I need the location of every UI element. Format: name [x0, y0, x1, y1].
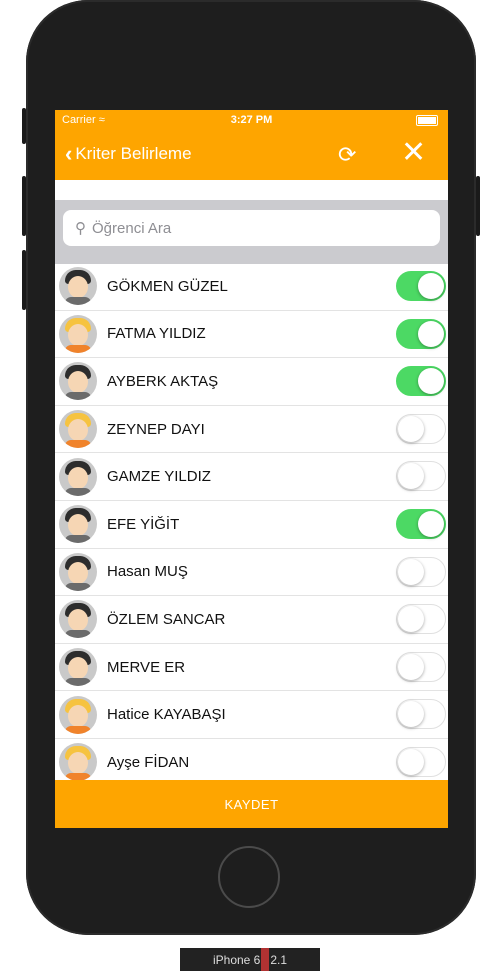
avatar	[59, 648, 97, 687]
student-name: ÖZLEM SANCAR	[107, 610, 226, 628]
search-input[interactable]: ⚲ Öğrenci Ara	[63, 210, 440, 246]
avatar	[59, 410, 97, 449]
refresh-icon[interactable]: ⟳	[338, 142, 356, 168]
student-toggle[interactable]	[396, 699, 446, 730]
student-row[interactable]: ZEYNEP DAYI	[55, 406, 448, 454]
student-row[interactable]: ÖZLEM SANCAR	[55, 596, 448, 644]
student-name: AYBERK AKTAŞ	[107, 372, 219, 390]
search-bar: ⚲ Öğrenci Ara	[55, 200, 448, 264]
student-list: GÖKMEN GÜZEL FATMA YILDIZ AYBERK AKTAŞ ZEYN…	[55, 263, 448, 787]
close-icon[interactable]: ✕	[401, 138, 426, 168]
back-label: Kriter Belirleme	[75, 144, 192, 163]
student-name: EFE YİĞİT	[107, 515, 180, 533]
avatar	[59, 600, 97, 639]
avatar	[59, 743, 97, 782]
status-bar: Carrier ≈ 3:27 PM	[55, 110, 448, 130]
student-name: ZEYNEP DAYI	[107, 420, 205, 438]
avatar	[59, 505, 97, 544]
chevron-left-icon: ‹	[65, 141, 73, 166]
student-toggle[interactable]	[396, 271, 446, 301]
avatar	[59, 267, 97, 306]
student-toggle[interactable]	[396, 556, 446, 587]
battery-icon	[416, 115, 438, 126]
student-row[interactable]: GAMZE YILDIZ	[55, 453, 448, 501]
student-toggle[interactable]	[396, 508, 446, 539]
student-name: MERVE ER	[107, 658, 186, 676]
label-marker	[261, 948, 270, 971]
volume-up-button	[22, 176, 26, 236]
student-toggle[interactable]	[396, 318, 446, 349]
student-row[interactable]: Hatice KAYABAŞI	[55, 691, 448, 739]
search-icon: ⚲	[75, 220, 86, 237]
student-toggle[interactable]	[396, 461, 446, 492]
student-row[interactable]: FATMA YILDIZ	[55, 311, 448, 359]
back-button[interactable]: ‹ Kriter Belirleme	[65, 141, 192, 166]
app-screen: Carrier ≈ 3:27 PM ‹ Kriter Belirleme ⟳ ✕…	[55, 110, 448, 828]
search-placeholder: Öğrenci Ara	[92, 219, 172, 237]
student-name: GAMZE YILDIZ	[107, 468, 211, 486]
navigation-bar: ‹ Kriter Belirleme ⟳ ✕	[55, 130, 448, 180]
power-button	[476, 176, 480, 236]
device-label: iPhone 6 2.1	[180, 948, 320, 971]
student-name: GÖKMEN GÜZEL	[107, 277, 228, 295]
avatar	[59, 695, 97, 734]
avatar	[59, 362, 97, 401]
student-name: FATMA YILDIZ	[107, 325, 206, 343]
student-toggle[interactable]	[396, 413, 446, 444]
student-toggle[interactable]	[396, 604, 446, 635]
student-row[interactable]: Hasan MUŞ	[55, 549, 448, 597]
student-row[interactable]: GÖKMEN GÜZEL	[55, 263, 448, 311]
student-name: Ayşe FİDAN	[107, 753, 190, 771]
save-button[interactable]: KAYDET	[55, 780, 448, 828]
student-row[interactable]: MERVE ER	[55, 644, 448, 692]
volume-down-button	[22, 250, 26, 310]
student-toggle[interactable]	[396, 746, 446, 777]
student-row[interactable]: EFE YİĞİT	[55, 501, 448, 549]
student-name: Hasan MUŞ	[107, 563, 188, 581]
avatar	[59, 457, 97, 496]
student-name: Hatice KAYABAŞI	[107, 706, 226, 724]
avatar	[59, 314, 97, 353]
mute-switch	[22, 108, 26, 144]
student-toggle[interactable]	[396, 651, 446, 682]
status-time: 3:27 PM	[230, 114, 273, 126]
student-toggle[interactable]	[396, 366, 446, 397]
home-button[interactable]	[218, 846, 280, 908]
avatar	[59, 552, 97, 591]
student-row[interactable]: AYBERK AKTAŞ	[55, 358, 448, 406]
